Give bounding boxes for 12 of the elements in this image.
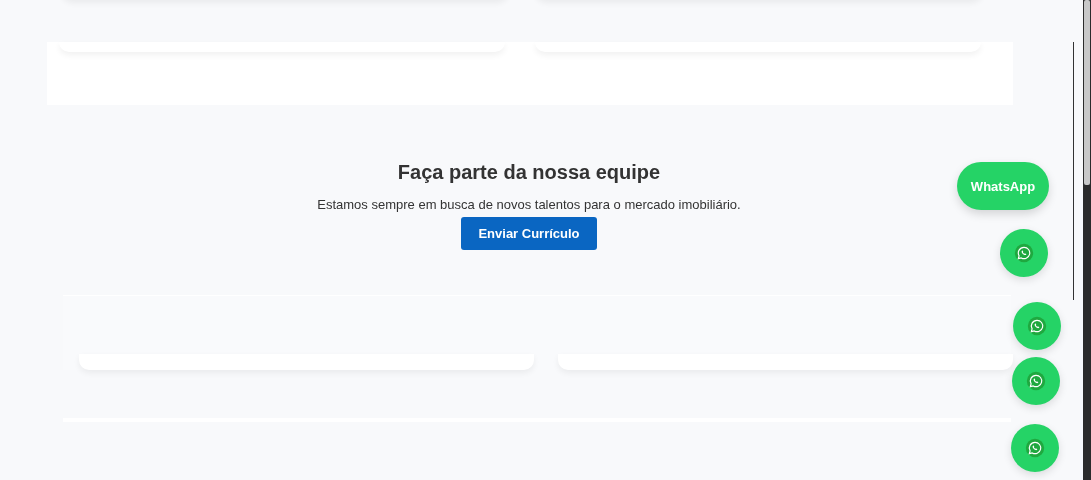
whatsapp-icon — [1027, 316, 1047, 336]
scrollbar[interactable] — [1083, 0, 1091, 480]
section-title: Faça parte da nossa equipe — [397, 161, 661, 184]
send-resume-button[interactable]: Enviar Currículo — [461, 217, 597, 250]
whatsapp-button[interactable] — [1000, 229, 1048, 277]
whatsapp-button[interactable] — [1012, 357, 1060, 405]
whatsapp-button[interactable] — [1011, 424, 1059, 472]
whatsapp-icon — [1014, 243, 1034, 263]
section-description: Estamos sempre em busca de novos talentos para o mercado imobiliário. — [317, 197, 741, 212]
whatsapp-icon — [1026, 371, 1046, 391]
whatsapp-button[interactable] — [1013, 302, 1061, 350]
whatsapp-icon — [1025, 438, 1045, 458]
